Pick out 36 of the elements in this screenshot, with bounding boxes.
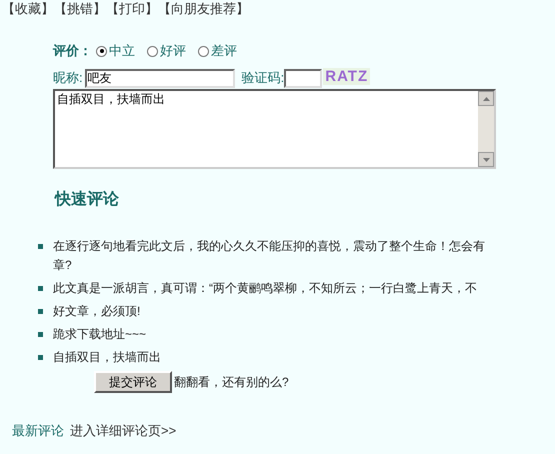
bullet-icon xyxy=(38,355,43,360)
comment-textarea[interactable]: 自插双目，扶墙而出 xyxy=(53,89,496,169)
quick-comment[interactable]: 好文章，必须顶! xyxy=(53,302,140,321)
radio-button[interactable] xyxy=(96,46,107,56)
nickname-field[interactable]: 吧友 xyxy=(84,68,235,88)
toolbar-link[interactable]: 【收藏】 xyxy=(2,1,54,17)
section-heading: 快速评论 xyxy=(55,190,119,210)
rating-label: 评价： xyxy=(53,42,92,60)
submit-button[interactable]: 提交评论 xyxy=(94,371,172,393)
quick-comment[interactable]: 自插双目，扶墙而出 xyxy=(53,348,161,367)
bullet-icon xyxy=(38,244,43,249)
radio-button[interactable] xyxy=(198,46,209,56)
radio-label: 中立 xyxy=(109,42,135,60)
captcha-label: 验证码: xyxy=(242,69,284,88)
quick-comment[interactable]: 跪求下载地址~~~ xyxy=(53,325,146,344)
nickname-label: 昵称: xyxy=(53,69,83,88)
toolbar-link[interactable]: 【挑错】 xyxy=(54,1,106,17)
captcha-field[interactable] xyxy=(284,68,322,88)
hint-text: 翻翻看，还有别的么? xyxy=(174,374,289,391)
scrollbar[interactable] xyxy=(478,91,494,167)
radio-label: 好评 xyxy=(160,42,186,60)
scroll-down-icon[interactable] xyxy=(478,152,494,167)
detail-link[interactable]: 进入详细评论页>> xyxy=(70,421,176,440)
bullet-icon xyxy=(38,309,43,314)
bullet-icon xyxy=(38,286,43,291)
bullet-icon xyxy=(38,332,43,337)
scroll-up-icon[interactable] xyxy=(478,91,494,106)
latest-comments-title: 最新评论 xyxy=(12,422,64,440)
comment-text: 自插双目，扶墙而出 xyxy=(56,91,166,108)
quick-comment[interactable]: 此文真是一派胡言，真可谓：“两个黄鹂鸣翠柳，不知所云；一行白鹭上青天，不 xyxy=(53,279,477,298)
toolbar-link[interactable]: 【打印】 xyxy=(106,1,158,17)
radio-button[interactable] xyxy=(147,46,158,56)
quick-comment[interactable]: 在逐行逐句地看完此文后，我的心久久不能压抑的喜悦，震动了整个生命！怎会有 章? xyxy=(53,237,485,275)
captcha-image: RATZ xyxy=(323,68,370,84)
toolbar-link[interactable]: 【向朋友推荐】 xyxy=(158,1,249,17)
radio-label: 差评 xyxy=(211,42,237,60)
